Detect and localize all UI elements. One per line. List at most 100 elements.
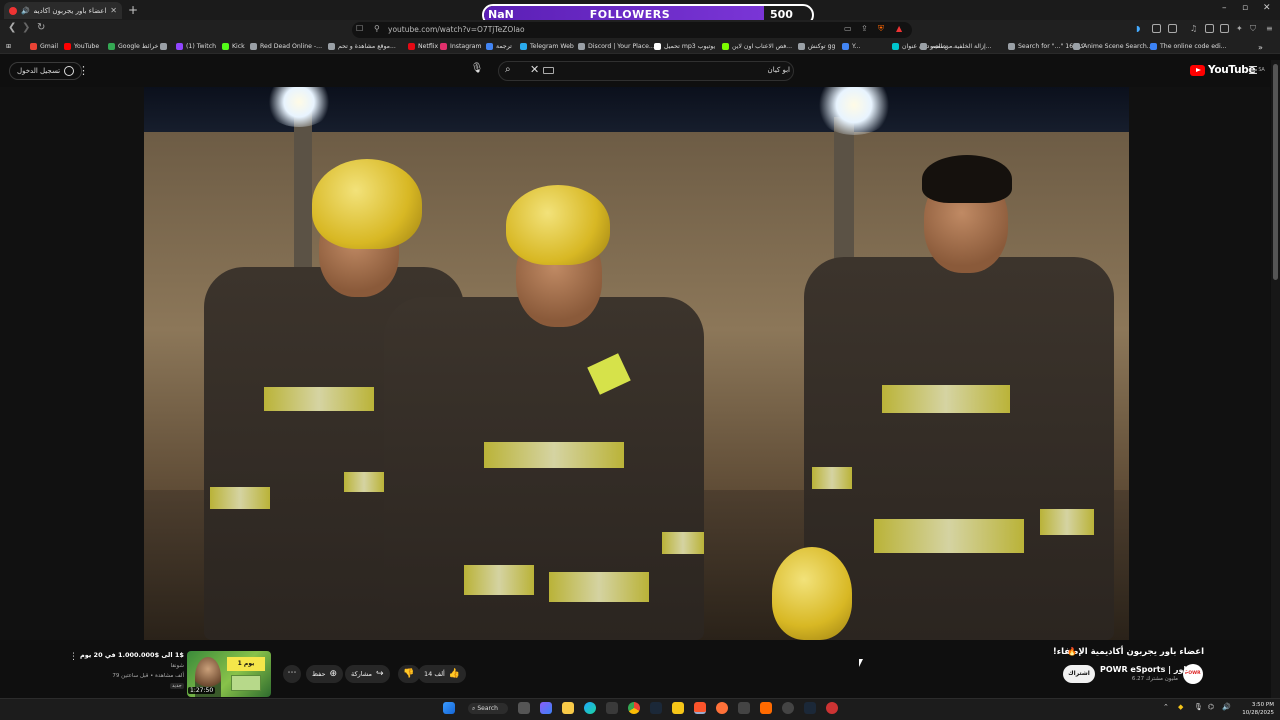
edge-icon[interactable]	[584, 702, 596, 714]
steam-icon[interactable]	[650, 702, 662, 714]
screenshot-icon[interactable]	[1168, 24, 1177, 33]
chrome-icon[interactable]	[628, 702, 640, 714]
new-tab-icon[interactable]: +	[128, 3, 138, 17]
clear-search-icon[interactable]: ✕	[530, 63, 539, 76]
dislike-button[interactable]: 👎	[398, 665, 420, 683]
volume-icon[interactable]: 🔊	[1222, 703, 1231, 711]
like-icon[interactable]: 👍	[449, 669, 460, 679]
bookmark-item[interactable]: Anime Scene Search...	[1073, 43, 1153, 50]
steam-icon[interactable]	[804, 702, 816, 714]
speaker-icon[interactable]: 🔊	[21, 7, 30, 15]
menu-icon[interactable]: ≡	[1266, 24, 1273, 33]
bookmark-item[interactable]: موقع مشاهدة و تحم...	[328, 43, 396, 50]
guide-menu-icon[interactable]: ☰	[1248, 64, 1258, 77]
bookmark-favicon-icon	[176, 43, 183, 50]
bookmark-item[interactable]: The online code edi...	[1150, 43, 1227, 50]
bookmark-item[interactable]: Google خرائط	[108, 43, 158, 50]
more-bookmarks-icon[interactable]: »	[1258, 43, 1263, 52]
save-button[interactable]: حفظ ⊕	[306, 665, 344, 683]
music-icon[interactable]: ♫	[1190, 24, 1197, 33]
bookmark-item[interactable]: تحميل mp3 يوتيوب	[654, 43, 715, 50]
voice-search-icon[interactable]: 🎙	[470, 63, 484, 79]
recommended-channel[interactable]: شونقا	[110, 663, 184, 669]
bookmark-item[interactable]: إزالة الخلفية من الصو...	[920, 43, 992, 50]
share-page-icon[interactable]: ⇪	[861, 24, 868, 33]
reflective-stripe	[210, 487, 270, 509]
start-icon[interactable]	[443, 702, 455, 714]
network-icon[interactable]: ⌬	[1208, 703, 1214, 711]
account-icon	[64, 66, 75, 76]
back-icon[interactable]: ❮	[8, 22, 16, 33]
bookmark-item[interactable]: YouTube	[64, 43, 99, 50]
recommended-title[interactable]: جربت $1 الى $1.000.000 في 20 يوم !!	[80, 651, 184, 659]
bookmark-item[interactable]: Telegram Web	[520, 43, 574, 50]
bookmark-label: Discord | Your Place...	[588, 43, 655, 50]
browser-tab[interactable]: 🔊 اعضاء باور يجربون أكاديمية الإطـ ✕	[4, 2, 122, 19]
forward-icon[interactable]: ❯	[22, 22, 30, 33]
keyboard-icon[interactable]	[543, 67, 554, 74]
maximize-icon[interactable]: ▫	[1242, 3, 1248, 13]
bookmark-item[interactable]: Instagram	[440, 43, 481, 50]
bookmark-item[interactable]: Discord | Your Place...	[578, 43, 655, 50]
close-window-icon[interactable]: ✕	[1263, 3, 1271, 13]
more-actions-icon[interactable]: ⋯	[283, 665, 301, 683]
close-tab-icon[interactable]: ✕	[110, 6, 117, 15]
minimize-icon[interactable]: –	[1222, 3, 1227, 13]
search-query-text[interactable]: ابو كيان	[730, 66, 790, 74]
share-button[interactable]: مشاركة ↪	[345, 665, 390, 683]
app-icon[interactable]	[672, 702, 684, 714]
url-text[interactable]: youtube.com/watch?v=O7TjTeZOlao	[388, 25, 525, 34]
apps-icon[interactable]: ⊞	[6, 43, 11, 50]
file-explorer-icon[interactable]	[562, 702, 574, 714]
brave-icon[interactable]	[694, 702, 706, 714]
site-info-icon[interactable]: ⚲	[374, 24, 380, 33]
sidebar-icon[interactable]	[1205, 24, 1214, 33]
tabs-icon[interactable]	[1220, 24, 1229, 33]
bookmark-icon[interactable]: ☐	[356, 24, 363, 33]
app-icon[interactable]	[760, 702, 772, 714]
microphone-icon[interactable]: 🎙	[1194, 703, 1203, 711]
search-icon[interactable]: ⌕	[505, 64, 511, 75]
ai-icon[interactable]: ✦	[1236, 24, 1243, 33]
taskbar-search[interactable]: ⌕ Search	[468, 703, 508, 714]
scrollbar-thumb[interactable]	[1273, 64, 1278, 280]
vpn-icon[interactable]: ⛉	[1250, 24, 1256, 34]
bookmark-favicon-icon	[722, 43, 729, 50]
system-clock[interactable]: 3:50 PM 10/28/2025	[1234, 701, 1274, 717]
bookmark-item[interactable]: توكنش gg	[798, 43, 835, 50]
bookmark-item[interactable]: (1) Twitch	[176, 43, 216, 50]
extensions-icon[interactable]	[1152, 24, 1161, 33]
like-count[interactable]: 14 ألف	[424, 670, 445, 678]
sign-in-button[interactable]: تسجيل الدخول	[9, 62, 83, 80]
reload-icon[interactable]: ↻	[37, 22, 45, 33]
tray-app-icon[interactable]: ◆	[1178, 703, 1183, 711]
recommended-menu-icon[interactable]: ⋮	[69, 652, 78, 662]
bookmark-item[interactable]: Red Dead Online -...	[250, 43, 322, 50]
rewards-icon[interactable]: ▲	[896, 24, 902, 33]
bookmark-item[interactable]: Netflix	[408, 43, 438, 50]
app-icon[interactable]	[826, 702, 838, 714]
bookmark-item[interactable]	[160, 43, 170, 50]
bookmark-item[interactable]: Y...	[842, 43, 860, 50]
cast-icon[interactable]: ▭	[844, 24, 852, 33]
bookmark-item[interactable]: Gmail	[30, 43, 58, 50]
obs-icon[interactable]	[738, 702, 750, 714]
bookmark-item[interactable]: ترجمة	[486, 43, 512, 50]
store-icon[interactable]	[606, 702, 618, 714]
task-view-icon[interactable]	[518, 702, 530, 714]
video-frame[interactable]	[144, 87, 1129, 640]
firefox-icon[interactable]	[716, 702, 728, 714]
bookmark-favicon-icon	[920, 43, 927, 50]
show-hidden-icons-icon[interactable]: ⌃	[1163, 703, 1169, 711]
subscribe-button[interactable]: اشتراك	[1063, 665, 1095, 683]
bookmark-favicon-icon	[486, 43, 493, 50]
bookmark-label: Instagram	[450, 43, 482, 50]
copilot-icon[interactable]	[540, 702, 552, 714]
bookmark-item[interactable]: Kick	[222, 43, 245, 50]
brave-shield-icon[interactable]: ⛨	[878, 24, 884, 34]
wallet-icon[interactable]: ◗	[1136, 24, 1140, 33]
settings-menu-icon[interactable]: ⋮	[78, 64, 89, 77]
app-icon[interactable]	[782, 702, 794, 714]
bookmark-item[interactable]: فص الاعتاب اون لاين...	[722, 43, 792, 50]
channel-name[interactable]: POWR eSports | باور	[1100, 665, 1189, 674]
